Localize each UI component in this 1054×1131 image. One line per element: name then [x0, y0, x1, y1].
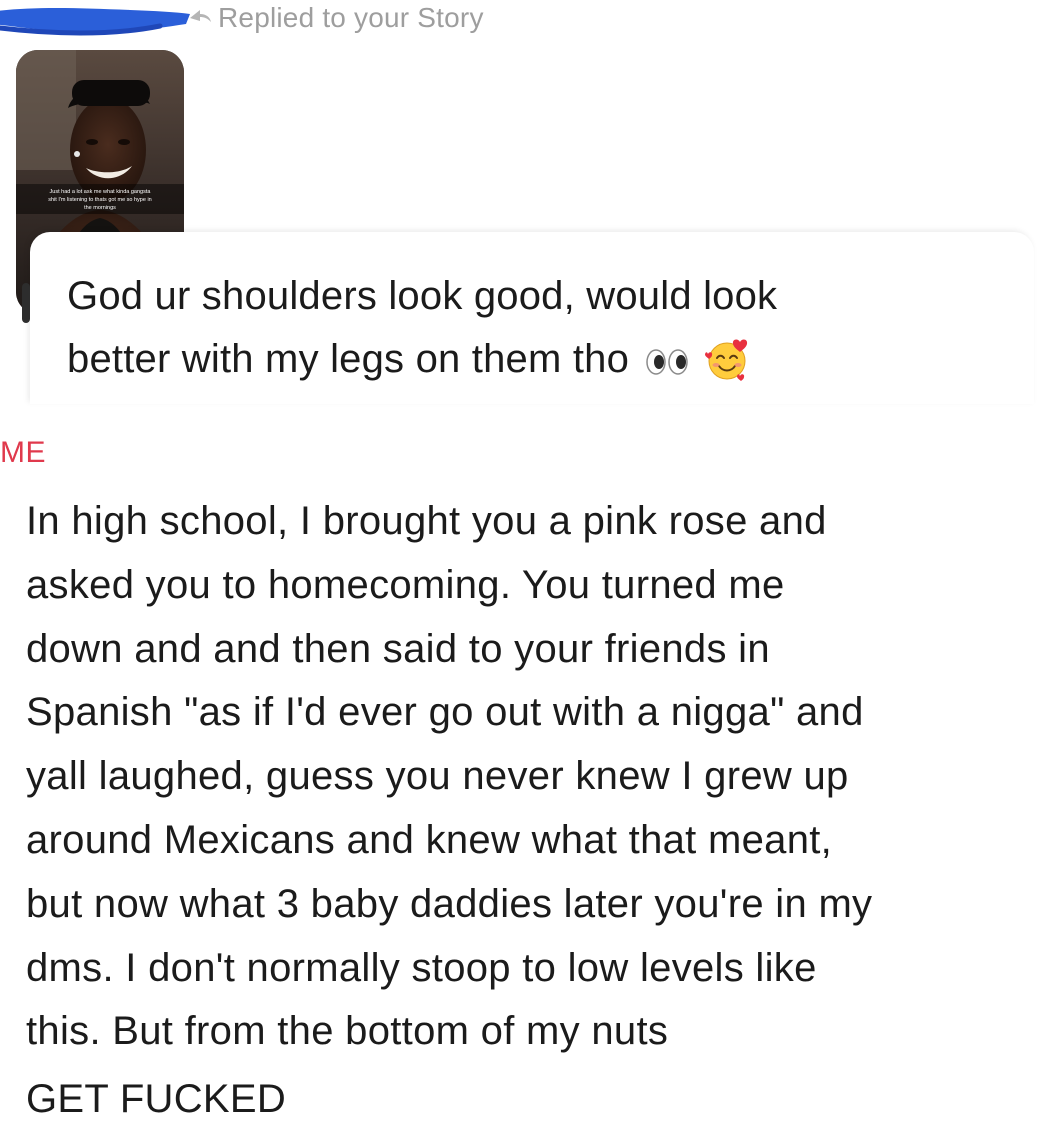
eyes-icon	[646, 349, 689, 375]
story-caption-line-2: shit I'm listening to thats got me so hy…	[48, 197, 151, 203]
message-line: In high school, I brought you a pink ros…	[26, 499, 827, 543]
replied-to-story-label: Replied to your Story	[218, 2, 484, 33]
message-line: asked you to homecoming. You turned me	[26, 562, 785, 607]
reply-header: Replied to your Story	[0, 0, 560, 40]
story-caption-line-3: the mornings	[84, 205, 116, 211]
reply-accent-bar	[22, 283, 30, 323]
my-message-text: In high school, I brought you a pink ros…	[26, 490, 1046, 1064]
message-line: down and and then said to your friends i…	[26, 626, 770, 671]
story-caption-line-1: Just had a lot ask me what kinda gangsta	[50, 189, 152, 195]
message-line: Spanish "as if I'd ever go out with a ni…	[26, 690, 864, 735]
message-line: around Mexicans and knew what that meant…	[26, 817, 833, 862]
smiling-face-with-hearts-icon	[704, 339, 747, 381]
message-line: but now what 3 baby daddies later you're…	[26, 881, 873, 926]
message-line: yall laughed, guess you never knew I gre…	[26, 754, 849, 799]
reply-message-line-1: God ur shoulders look good, would look	[67, 274, 778, 318]
reply-arrow-icon	[190, 10, 211, 22]
message-line: dms. I don't normally stoop to low level…	[26, 945, 817, 990]
reply-message-line-2-text: better with my legs on them tho	[67, 337, 630, 381]
message-final-line: GET FUCKED	[26, 1077, 287, 1121]
message-line: this. But from the bottom of my nuts	[26, 1009, 669, 1054]
reply-message-line-2: better with my legs on them tho	[67, 328, 1017, 391]
reply-message-text: God ur shoulders look good, would look b…	[67, 265, 1017, 391]
redaction-scribble	[0, 8, 190, 36]
sender-label: ME	[0, 436, 46, 469]
